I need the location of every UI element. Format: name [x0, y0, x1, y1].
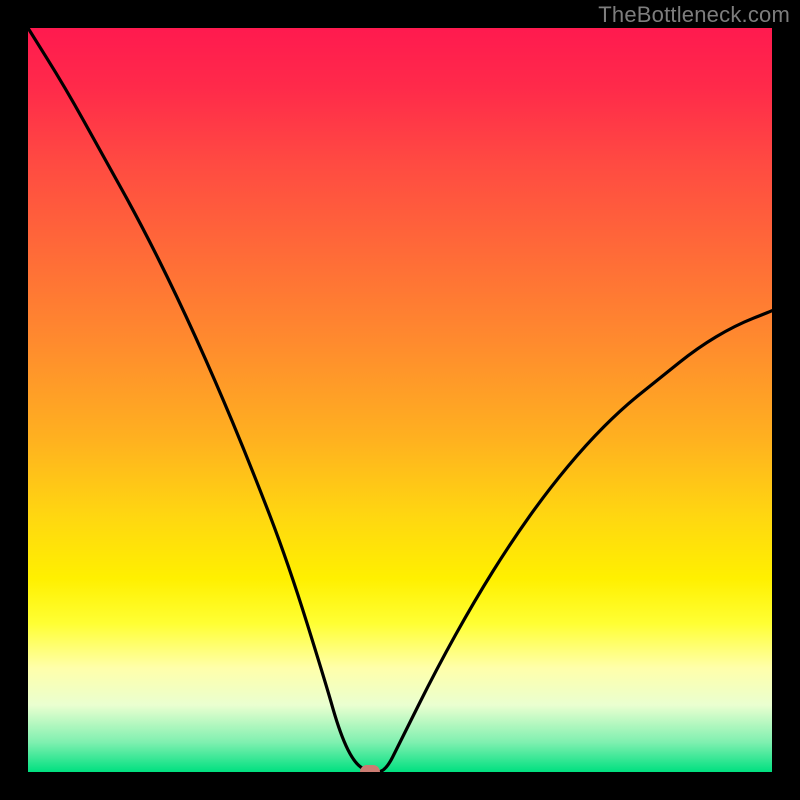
plot-area [28, 28, 772, 772]
watermark-text: TheBottleneck.com [598, 2, 790, 28]
curve-path [28, 28, 772, 772]
chart-stage: TheBottleneck.com [0, 0, 800, 800]
optimal-marker [360, 765, 380, 772]
bottleneck-curve [28, 28, 772, 772]
